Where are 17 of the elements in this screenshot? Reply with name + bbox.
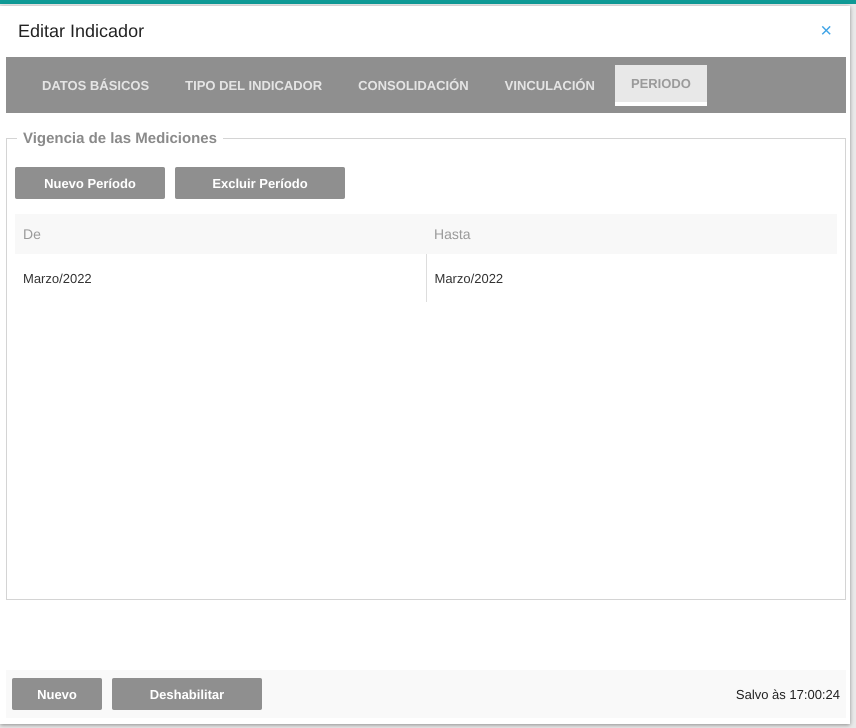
table-cell-text: Marzo/2022 [22, 270, 93, 288]
table-cell: Marzo/2022 [426, 254, 837, 302]
section-legend: Vigencia de las Mediciones [17, 130, 223, 147]
action-button[interactable]: Excluir Período [175, 167, 345, 199]
tab[interactable]: DATOS BÁSICOS [24, 65, 168, 106]
tab[interactable]: VINCULACIÓN [486, 65, 613, 106]
tab[interactable]: PERIODO [614, 65, 707, 106]
footer-button[interactable]: Deshabilitar [112, 678, 262, 710]
tab[interactable]: TIPO DEL INDICADOR [167, 65, 340, 106]
save-status: Salvo às 17:00:24 [736, 686, 840, 702]
footer-button[interactable]: Nuevo [12, 678, 102, 710]
action-button[interactable]: Nuevo Período [15, 167, 165, 199]
dialog-title: Editar Indicador [18, 21, 144, 42]
close-button[interactable]: × [816, 20, 836, 43]
column-header: De [22, 226, 42, 242]
column-header: Hasta [433, 226, 472, 242]
tab[interactable]: CONSOLIDACIÓN [340, 65, 487, 106]
